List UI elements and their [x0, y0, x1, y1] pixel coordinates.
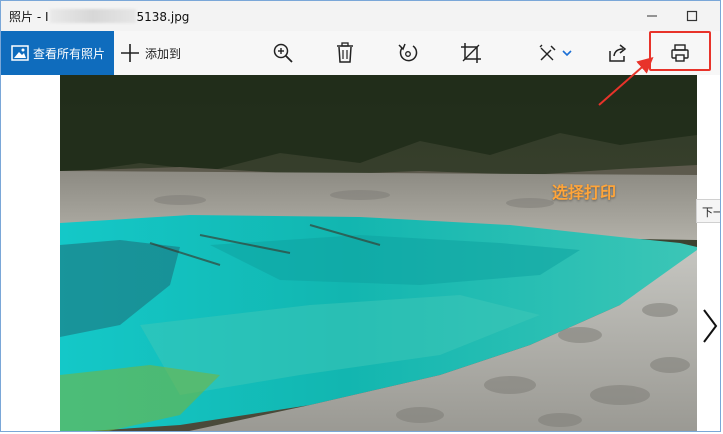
next-tooltip: 下一: [696, 199, 720, 223]
maximize-icon: [686, 10, 698, 22]
add-to-label: 添加到: [145, 46, 182, 61]
plus-icon: [121, 44, 139, 62]
toolbar: 查看所有照片 添加到: [1, 31, 720, 75]
zoom-button[interactable]: [267, 37, 299, 69]
photo-viewer: 选择打印 下一: [1, 75, 720, 431]
title-bar: 照片 - I 5138.jpg: [1, 1, 720, 31]
next-photo-button[interactable]: [697, 303, 720, 349]
delete-button[interactable]: [329, 37, 361, 69]
edit-create-button[interactable]: [533, 37, 577, 69]
print-highlight-box: [649, 31, 711, 71]
see-all-photos-button[interactable]: 查看所有照片: [1, 31, 114, 75]
share-button[interactable]: [602, 37, 634, 69]
zoom-in-icon: [273, 43, 293, 63]
maximize-button[interactable]: [669, 1, 715, 31]
minimize-icon: [647, 15, 657, 17]
share-icon: [609, 44, 627, 62]
chevron-down-icon: [562, 50, 572, 57]
window-title-suffix: 5138.jpg: [136, 10, 190, 24]
lake-photo: [60, 75, 697, 431]
photos-app-window: 照片 - I 5138.jpg 查看所有照片 添加到 选择打印 下: [0, 0, 721, 432]
annotation-callout: 选择打印: [552, 183, 617, 202]
window-title: 照片 - I 5138.jpg: [9, 8, 189, 25]
window-title-prefix: 照片 - I: [9, 10, 49, 24]
add-to-button[interactable]: 添加到: [119, 31, 181, 75]
rotate-button[interactable]: [392, 37, 424, 69]
trash-icon: [337, 42, 353, 63]
crop-button[interactable]: [455, 37, 487, 69]
see-all-photos-label: 查看所有照片: [33, 46, 106, 61]
rotate-icon: [398, 43, 418, 62]
photos-icon: [11, 45, 29, 61]
blurred-filename: [49, 9, 136, 23]
chevron-right-icon: [703, 309, 718, 343]
crop-icon: [461, 43, 481, 63]
edit-create-icon: [539, 44, 556, 61]
